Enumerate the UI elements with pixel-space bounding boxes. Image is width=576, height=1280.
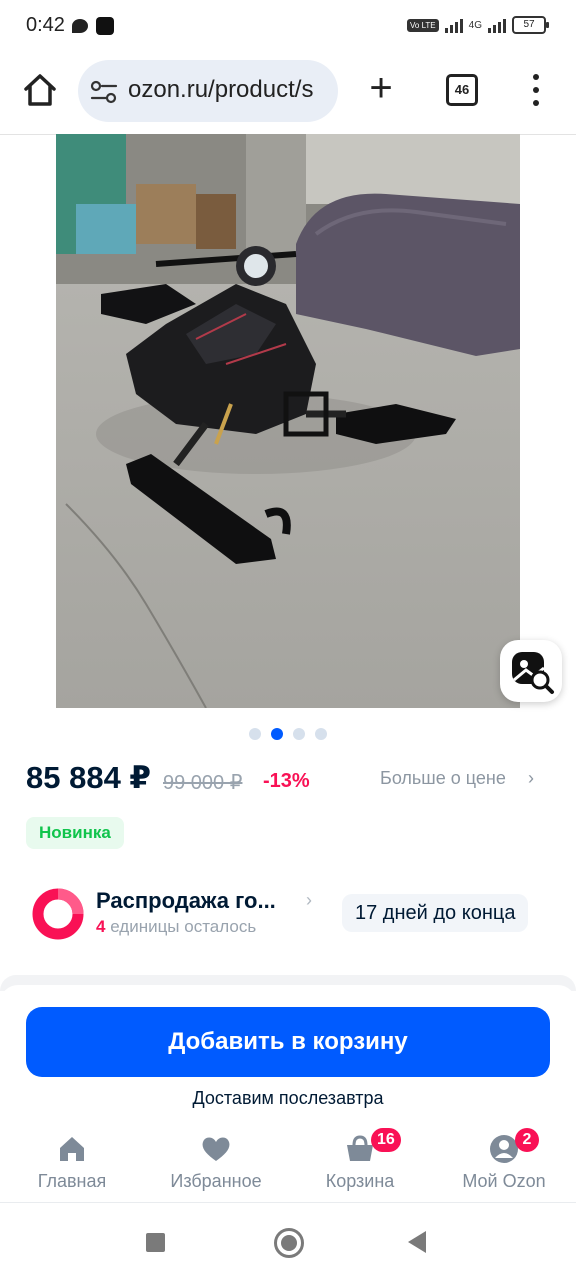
stock-remaining-label: единицы осталось	[105, 917, 257, 936]
new-tab-button[interactable]: +	[364, 68, 398, 110]
snowmobile-photo	[56, 134, 520, 708]
recent-apps-button[interactable]	[146, 1233, 165, 1252]
browser-toolbar: ozon.ru/product/s + 46	[0, 56, 576, 135]
system-home-button[interactable]	[274, 1228, 304, 1258]
chevron-right-icon[interactable]: ›	[528, 768, 534, 789]
browser-menu-button[interactable]	[526, 74, 546, 106]
nav-item-my-ozon[interactable]: 2 Мой Ozon	[439, 1126, 569, 1202]
pagination-dot[interactable]	[293, 728, 305, 740]
delivery-info: Доставим послезавтра	[192, 1088, 384, 1108]
nav-item-favorites[interactable]: Избранное	[151, 1126, 281, 1202]
chevron-right-icon[interactable]: ›	[306, 890, 312, 911]
app-notification-icon	[96, 17, 114, 35]
image-pagination	[0, 728, 576, 740]
sale-logo-icon	[32, 888, 84, 940]
sale-title-link[interactable]: Распродажа го...	[96, 888, 276, 914]
home-icon	[60, 1137, 84, 1161]
profile-notification-badge: 2	[515, 1128, 539, 1152]
system-nav-bar	[0, 1206, 576, 1280]
tab-switcher-button[interactable]: 46	[446, 74, 478, 106]
home-icon	[24, 74, 56, 106]
status-bar: 0:42 Vo LTE 4G 57	[0, 0, 576, 56]
url-bar[interactable]: ozon.ru/product/s	[78, 60, 338, 122]
nav-label: Главная	[37, 1171, 107, 1191]
add-to-cart-button[interactable]: Добавить в корзину	[26, 1007, 550, 1077]
stock-remaining: 4 единицы осталось	[96, 917, 256, 937]
menu-dot	[533, 74, 539, 80]
nav-item-home[interactable]: Главная	[7, 1126, 137, 1202]
cart-count-badge: 16	[371, 1128, 401, 1152]
pagination-dot-active[interactable]	[271, 728, 283, 740]
old-price: 99 000 ₽	[163, 772, 243, 794]
image-search-icon	[512, 652, 554, 694]
nav-label: Мой Ozon	[462, 1171, 546, 1191]
message-notification-icon	[72, 19, 88, 33]
pagination-dot[interactable]	[315, 728, 327, 740]
signal-icon-2	[488, 17, 506, 33]
nav-item-cart[interactable]: 16 Корзина	[295, 1126, 425, 1202]
product-photo[interactable]	[56, 134, 520, 708]
pagination-dot[interactable]	[249, 728, 261, 740]
network-type: 4G	[468, 19, 482, 31]
menu-dot	[533, 100, 539, 106]
battery-icon: 57	[512, 16, 549, 34]
nav-label: Избранное	[170, 1171, 262, 1191]
signal-icon	[444, 17, 463, 33]
new-badge: Новинка	[26, 817, 124, 849]
menu-dot	[533, 87, 539, 93]
heart-icon	[202, 1137, 230, 1161]
current-price: 85 884 ₽	[26, 760, 151, 795]
status-indicators: Vo LTE 4G 57	[407, 16, 549, 34]
days-left-chip: 17 дней до конца	[342, 894, 529, 932]
bottom-nav: Главная Избранное 16 Корзина 2 Мой Ozon	[0, 1126, 576, 1203]
home-button[interactable]	[20, 70, 60, 110]
more-about-price-link[interactable]: Больше о цене	[380, 768, 506, 789]
discount-percent: -13%	[263, 770, 310, 792]
system-back-button[interactable]	[408, 1231, 426, 1253]
search-by-photo-button[interactable]	[500, 640, 562, 702]
site-settings-icon[interactable]	[90, 80, 118, 104]
volte-icon: Vo LTE	[407, 18, 439, 32]
status-time: 0:42	[26, 14, 65, 36]
url-text: ozon.ru/product/s	[128, 76, 314, 103]
nav-label: Корзина	[325, 1171, 395, 1191]
